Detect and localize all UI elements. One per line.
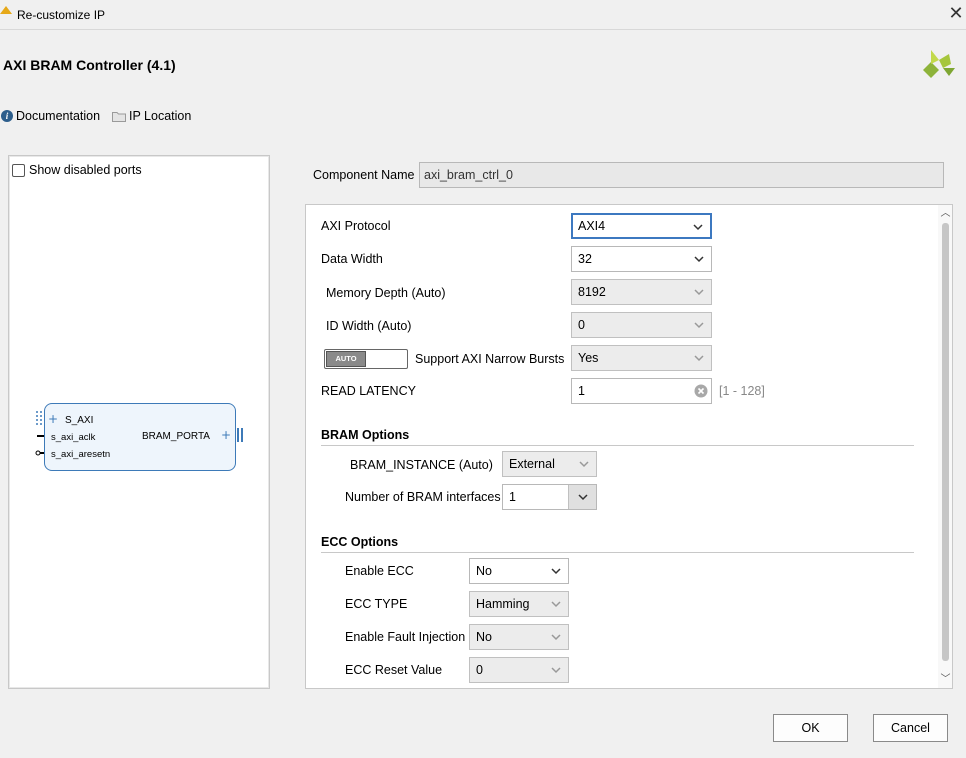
chevron-down-icon [578,494,588,501]
chevron-down-icon [694,355,704,362]
ip-block-symbol[interactable]: + S_AXI s_axi_aclk s_axi_aresetn BRAM_PO… [44,403,236,471]
read-latency-label: READ LATENCY [321,384,416,398]
close-icon[interactable]: ✕ [946,4,966,24]
axi-protocol-select[interactable]: AXI4 [571,213,712,239]
bram-interfaces-label: Number of BRAM interfaces [345,490,501,504]
axi-protocol-label: AXI Protocol [321,219,391,233]
data-width-label: Data Width [321,252,383,266]
memory-depth-label: Memory Depth (Auto) [326,286,446,300]
window-title: Re-customize IP [17,8,106,22]
expand-plus-icon[interactable]: + [48,412,58,426]
enable-ecc-select[interactable]: No [469,558,569,584]
checkbox-box[interactable] [12,163,25,177]
bram-interfaces-value: 1 [509,490,516,504]
expand-plus-icon[interactable]: + [221,428,231,442]
vivado-app-icon [0,6,12,14]
auto-toggle[interactable]: AUTO [324,349,408,369]
right-port-stub [237,428,243,442]
id-width-value: 0 [578,318,585,332]
title-bar: Re-customize IP ✕ [0,0,966,30]
vertical-scrollbar[interactable]: ︿ ﹀ [938,205,952,688]
xilinx-logo-icon [923,50,955,78]
show-disabled-ports-checkbox[interactable]: Show disabled ports [12,163,142,177]
bram-interfaces-select[interactable]: 1 [502,484,597,510]
chevron-down-icon [551,568,561,575]
bram-options-header: BRAM Options [321,428,914,446]
data-width-select[interactable]: 32 [571,246,712,272]
axi-protocol-value: AXI4 [578,219,606,233]
component-name-field[interactable]: axi_bram_ctrl_0 [419,162,944,188]
chevron-down-icon [694,322,704,329]
read-latency-input[interactable]: 1 [571,378,712,404]
bram-instance-value: External [509,457,555,471]
fault-injection-value: No [476,630,492,644]
chevron-down-icon [551,667,561,674]
read-latency-value: 1 [578,384,585,398]
chevron-down-icon [694,256,704,263]
chevron-down-icon [693,224,703,231]
memory-depth-select[interactable]: 8192 [571,279,712,305]
ok-button[interactable]: OK [773,714,848,742]
fault-injection-select[interactable]: No [469,624,569,650]
scroll-up-icon[interactable]: ︿ [938,207,952,221]
ip-title: AXI BRAM Controller (4.1) [3,57,176,73]
bram-instance-label: BRAM_INSTANCE (Auto) [350,458,493,472]
memory-depth-value: 8192 [578,285,606,299]
narrow-bursts-label: Support AXI Narrow Bursts [415,352,565,366]
enable-ecc-label: Enable ECC [345,564,414,578]
ip-location-link[interactable]: IP Location [112,108,191,124]
chevron-down-icon [579,461,589,468]
info-icon: i [1,110,13,122]
spinner-button[interactable] [568,485,596,509]
id-width-label: ID Width (Auto) [326,319,412,333]
read-latency-range: [1 - 128] [719,384,765,398]
narrow-bursts-select[interactable]: Yes [571,345,712,371]
auto-toggle-knob: AUTO [326,351,366,367]
folder-icon [112,111,126,122]
ecc-reset-value-value: 0 [476,663,483,677]
show-disabled-ports-label: Show disabled ports [29,163,142,177]
scroll-down-icon[interactable]: ﹀ [938,673,952,687]
documentation-link[interactable]: i Documentation [1,108,100,124]
ecc-type-value: Hamming [476,597,530,611]
ecc-reset-value-select[interactable]: 0 [469,657,569,683]
fault-injection-label: Enable Fault Injection [345,630,466,644]
documentation-label: Documentation [16,109,101,123]
enable-ecc-value: No [476,564,492,578]
chevron-down-icon [551,601,561,608]
cancel-button[interactable]: Cancel [873,714,948,742]
port-s-axi: S_AXI [65,415,94,426]
ip-location-label: IP Location [129,109,192,123]
clear-icon[interactable] [694,384,708,398]
port-bram-porta: BRAM_PORTA [142,431,210,442]
port-s-axi-aresetn: s_axi_aresetn [51,449,111,460]
bram-instance-select[interactable]: External [502,451,597,477]
scroll-thumb[interactable] [942,223,949,661]
component-name-label: Component Name [313,168,415,182]
ecc-type-select[interactable]: Hamming [469,591,569,617]
symbol-panel: Show disabled ports + S_AXI s_axi_aclk s… [8,155,270,689]
ecc-reset-value-label: ECC Reset Value [345,663,443,677]
data-width-value: 32 [578,252,592,266]
ecc-options-header: ECC Options [321,535,914,553]
id-width-select[interactable]: 0 [571,312,712,338]
port-s-axi-aclk: s_axi_aclk [51,432,96,443]
narrow-bursts-value: Yes [578,351,599,365]
ecc-type-label: ECC TYPE [345,597,408,611]
parameters-panel: AXI Protocol AXI4 Data Width 32 Memory D… [305,204,953,689]
chevron-down-icon [694,289,704,296]
chevron-down-icon [551,634,561,641]
